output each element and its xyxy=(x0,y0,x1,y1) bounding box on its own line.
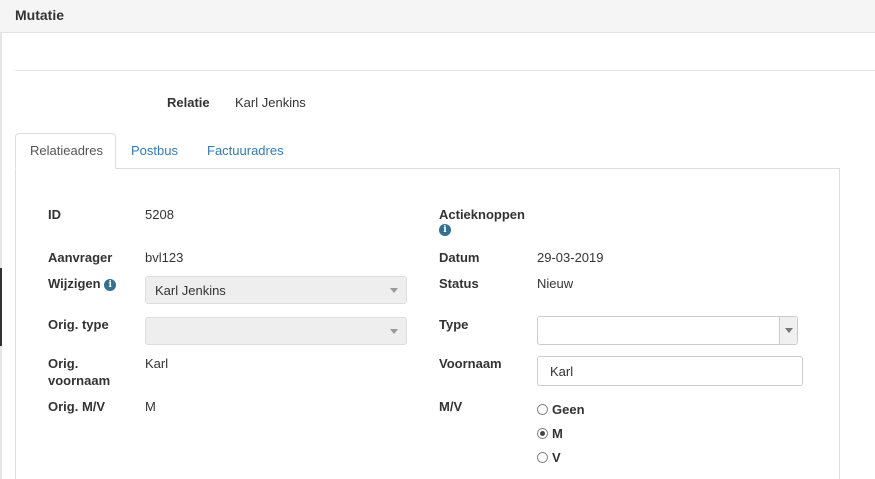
type-select[interactable] xyxy=(537,316,798,345)
tab-factuuradres[interactable]: Factuuradres xyxy=(193,134,298,168)
id-value: 5208 xyxy=(145,207,174,222)
orig-type-select xyxy=(145,317,407,345)
relation-label: Relatie xyxy=(167,95,210,110)
wijzigen-select-value: Karl Jenkins xyxy=(155,283,226,298)
mv-radio-m-label: M xyxy=(552,426,563,441)
orig-voornaam-label-line2: voornaam xyxy=(48,373,111,388)
voornaam-label: Voornaam xyxy=(439,356,502,371)
aanvrager-label: Aanvrager xyxy=(48,250,113,265)
panel-header: Mutatie xyxy=(0,0,875,33)
status-label: Status xyxy=(439,276,479,291)
chevron-down-icon xyxy=(390,329,398,334)
chevron-down-icon xyxy=(785,328,793,333)
voornaam-input[interactable] xyxy=(537,356,803,386)
radio-button[interactable] xyxy=(537,404,548,415)
status-value: Nieuw xyxy=(537,276,574,291)
orig-voornaam-label-line1: Orig. xyxy=(48,356,79,371)
info-icon[interactable]: i xyxy=(104,279,117,291)
wijzigen-select: Karl Jenkins xyxy=(145,276,407,304)
datum-label: Datum xyxy=(439,250,480,265)
orig-voornaam-value: Karl xyxy=(145,356,169,371)
left-border xyxy=(0,33,2,479)
datum-value: 29-03-2019 xyxy=(537,250,604,265)
relation-value: Karl Jenkins xyxy=(235,95,306,110)
aanvrager-value: bvl123 xyxy=(145,250,184,265)
mv-radio-geen-label: Geen xyxy=(552,402,585,417)
type-label: Type xyxy=(439,317,469,332)
mv-radio-v[interactable]: V xyxy=(537,449,561,466)
orig-mv-value: M xyxy=(145,399,156,414)
chevron-down-icon xyxy=(390,288,398,293)
panel-border-left xyxy=(15,168,16,479)
wijzigen-label: Wijzigen i xyxy=(48,275,117,292)
left-edge-marker xyxy=(0,268,2,346)
tabs-border xyxy=(15,168,840,169)
info-icon[interactable]: i xyxy=(439,224,451,236)
actieknoppen-label: Actieknoppen xyxy=(439,207,525,222)
radio-button[interactable] xyxy=(537,452,548,463)
tab-relatieadres[interactable]: Relatieadres xyxy=(15,133,116,169)
mv-radio-v-label: V xyxy=(552,450,561,465)
mv-label: M/V xyxy=(439,399,463,414)
page-title: Mutatie xyxy=(15,7,64,23)
divider xyxy=(15,70,875,71)
orig-mv-label: Orig. M/V xyxy=(48,399,106,414)
id-label: ID xyxy=(48,207,61,222)
tab-postbus[interactable]: Postbus xyxy=(117,134,192,168)
type-select-toggle[interactable] xyxy=(779,317,797,344)
radio-button-selected[interactable] xyxy=(537,428,548,439)
mv-radio-geen[interactable]: Geen xyxy=(537,401,585,418)
wijzigen-label-text: Wijzigen xyxy=(48,276,101,291)
mv-radio-m[interactable]: M xyxy=(537,425,563,442)
panel-border-right xyxy=(839,168,840,479)
orig-type-label: Orig. type xyxy=(48,317,109,332)
